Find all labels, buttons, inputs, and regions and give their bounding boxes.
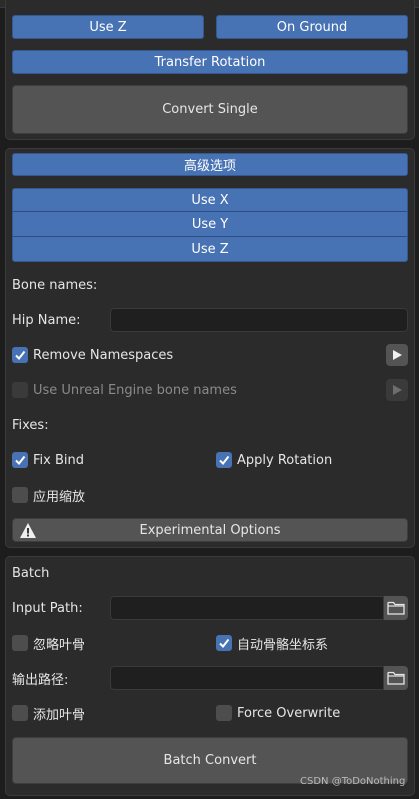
checkmark-icon bbox=[219, 638, 230, 649]
folder-icon bbox=[387, 601, 405, 615]
hip-name-input[interactable] bbox=[110, 308, 408, 332]
use-unreal-play-button[interactable] bbox=[386, 379, 408, 401]
use-z-button[interactable]: Use Z bbox=[12, 15, 204, 39]
checkmark-icon bbox=[15, 350, 26, 361]
apply-scale-checkbox[interactable] bbox=[12, 487, 28, 503]
folder-icon bbox=[387, 671, 405, 685]
on-ground-button[interactable]: On Ground bbox=[216, 15, 408, 39]
use-unreal-checkbox[interactable] bbox=[12, 382, 28, 398]
experimental-options-button[interactable]: Experimental Options bbox=[12, 518, 408, 542]
use-x-button[interactable]: Use X bbox=[12, 188, 408, 212]
fixes-label: Fixes: bbox=[12, 417, 49, 433]
apply-rotation-checkbox[interactable] bbox=[216, 452, 232, 468]
experimental-options-label: Experimental Options bbox=[139, 522, 281, 538]
fix-bind-label[interactable]: Fix Bind bbox=[33, 450, 84, 470]
force-overwrite-label[interactable]: Force Overwrite bbox=[237, 703, 340, 723]
add-leaf-label[interactable]: 添加叶骨 bbox=[33, 703, 85, 723]
apply-scale-label[interactable]: 应用缩放 bbox=[33, 485, 85, 505]
output-path-label: 输出路径: bbox=[12, 672, 69, 688]
use-z-axis-button[interactable]: Use Z bbox=[12, 237, 408, 262]
auto-bone-axis-checkbox[interactable] bbox=[216, 635, 232, 651]
hip-name-label: Hip Name: bbox=[12, 312, 81, 328]
fix-bind-checkbox[interactable] bbox=[12, 452, 28, 468]
apply-rotation-label[interactable]: Apply Rotation bbox=[237, 450, 332, 470]
remove-namespaces-checkbox[interactable] bbox=[12, 347, 28, 363]
batch-title: Batch bbox=[12, 565, 50, 581]
convert-single-button[interactable]: Convert Single bbox=[12, 85, 408, 134]
output-path-browse-button[interactable] bbox=[384, 666, 408, 690]
bone-names-label: Bone names: bbox=[12, 277, 98, 293]
output-path-input[interactable] bbox=[110, 666, 384, 690]
transfer-rotation-button[interactable]: Transfer Rotation bbox=[12, 50, 408, 74]
watermark: CSDN @ToDoNothing bbox=[300, 776, 406, 787]
warning-icon bbox=[20, 523, 36, 538]
add-leaf-checkbox[interactable] bbox=[12, 705, 28, 721]
input-path-input[interactable] bbox=[110, 596, 384, 620]
use-y-button[interactable]: Use Y bbox=[12, 212, 408, 237]
auto-bone-axis-label[interactable]: 自动骨骼坐标系 bbox=[237, 633, 328, 653]
ignore-leaf-label[interactable]: 忽略叶骨 bbox=[33, 633, 85, 653]
play-icon bbox=[393, 385, 402, 395]
remove-namespaces-play-button[interactable] bbox=[386, 344, 408, 366]
input-path-label: Input Path: bbox=[12, 600, 83, 616]
play-icon bbox=[393, 350, 402, 360]
input-path-browse-button[interactable] bbox=[384, 596, 408, 620]
advanced-options-button[interactable]: 高级选项 bbox=[12, 153, 408, 176]
force-overwrite-checkbox[interactable] bbox=[216, 705, 232, 721]
checkmark-icon bbox=[15, 455, 26, 466]
use-unreal-label[interactable]: Use Unreal Engine bone names bbox=[33, 380, 237, 400]
checkmark-icon bbox=[219, 455, 230, 466]
ignore-leaf-checkbox[interactable] bbox=[12, 635, 28, 651]
remove-namespaces-label[interactable]: Remove Namespaces bbox=[33, 345, 173, 365]
